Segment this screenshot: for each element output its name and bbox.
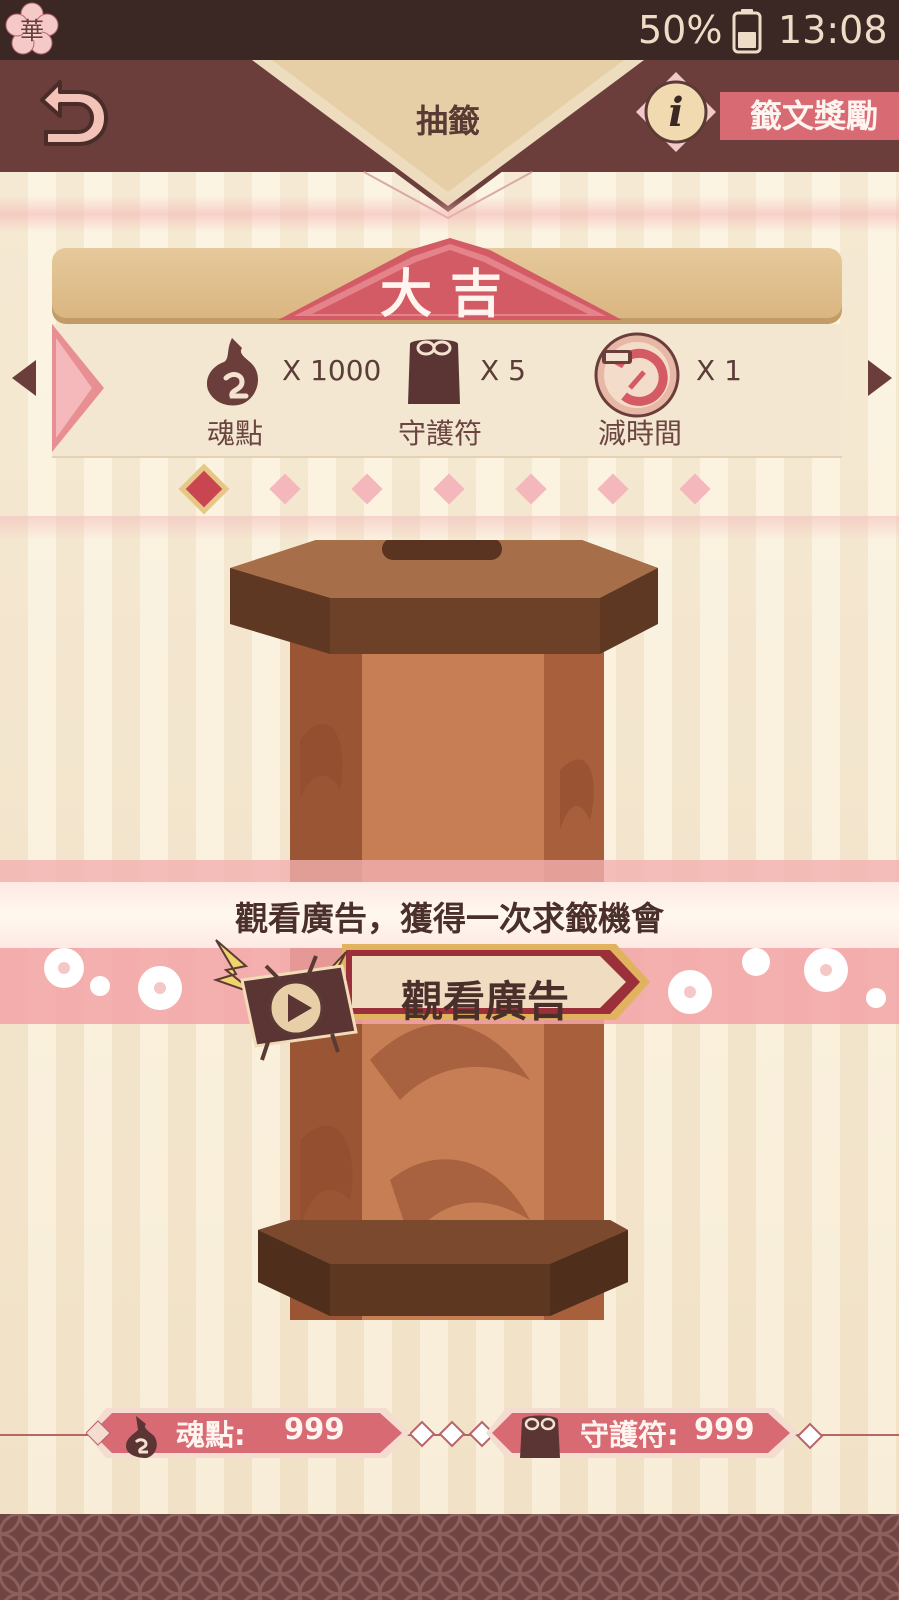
panel-arrow-decoration: [52, 324, 104, 452]
status-bar: 華 50% 13:08: [0, 0, 899, 60]
decor-band: [0, 196, 899, 232]
sakura-logo-icon: 華: [5, 2, 59, 55]
fortune-level: 大吉: [379, 265, 520, 325]
info-icon[interactable]: i: [636, 72, 716, 152]
soul-points-counter: [86, 1408, 410, 1458]
svg-text:華: 華: [20, 17, 44, 45]
soul-point-icon: [206, 338, 258, 406]
clock: 13:08: [778, 8, 888, 52]
svg-text:i: i: [668, 89, 683, 136]
soul-points-label: 魂點:: [176, 1418, 246, 1452]
footer-pattern: [0, 1514, 899, 1600]
reward-name-time: 減時間: [597, 417, 682, 450]
reward-name-soul: 魂點: [206, 417, 263, 450]
page-title: 抽籤: [415, 102, 480, 140]
watch-ad-label: 觀看廣告: [400, 977, 569, 1026]
reward-qty-amulet: X 5: [480, 354, 526, 387]
fortune-rewards-button[interactable]: 籤文獎勵: [720, 92, 899, 140]
battery-icon: [732, 9, 762, 54]
next-arrow-icon[interactable]: [864, 358, 894, 398]
previous-arrow-icon[interactable]: [10, 358, 40, 398]
reward-name-amulet: 守護符: [397, 417, 482, 450]
soul-points-value: 999: [284, 1412, 345, 1446]
diamond-connector: [410, 1420, 494, 1448]
diamond-end-icon: [796, 1422, 824, 1450]
reward-qty-time: X 1: [696, 354, 742, 387]
amulet-value: 999: [694, 1412, 755, 1446]
amulet-icon: [408, 339, 460, 404]
reward-qty-soul: X 1000: [282, 354, 382, 387]
decor-band: [0, 516, 899, 540]
amulet-label: 守護符:: [580, 1418, 679, 1452]
battery-percent: 50%: [638, 8, 723, 52]
time-reduce-icon: [594, 332, 680, 418]
back-arrow-icon[interactable]: [26, 70, 116, 160]
ad-prompt-text: 觀看廣告，獲得一次求籤機會: [235, 899, 664, 938]
